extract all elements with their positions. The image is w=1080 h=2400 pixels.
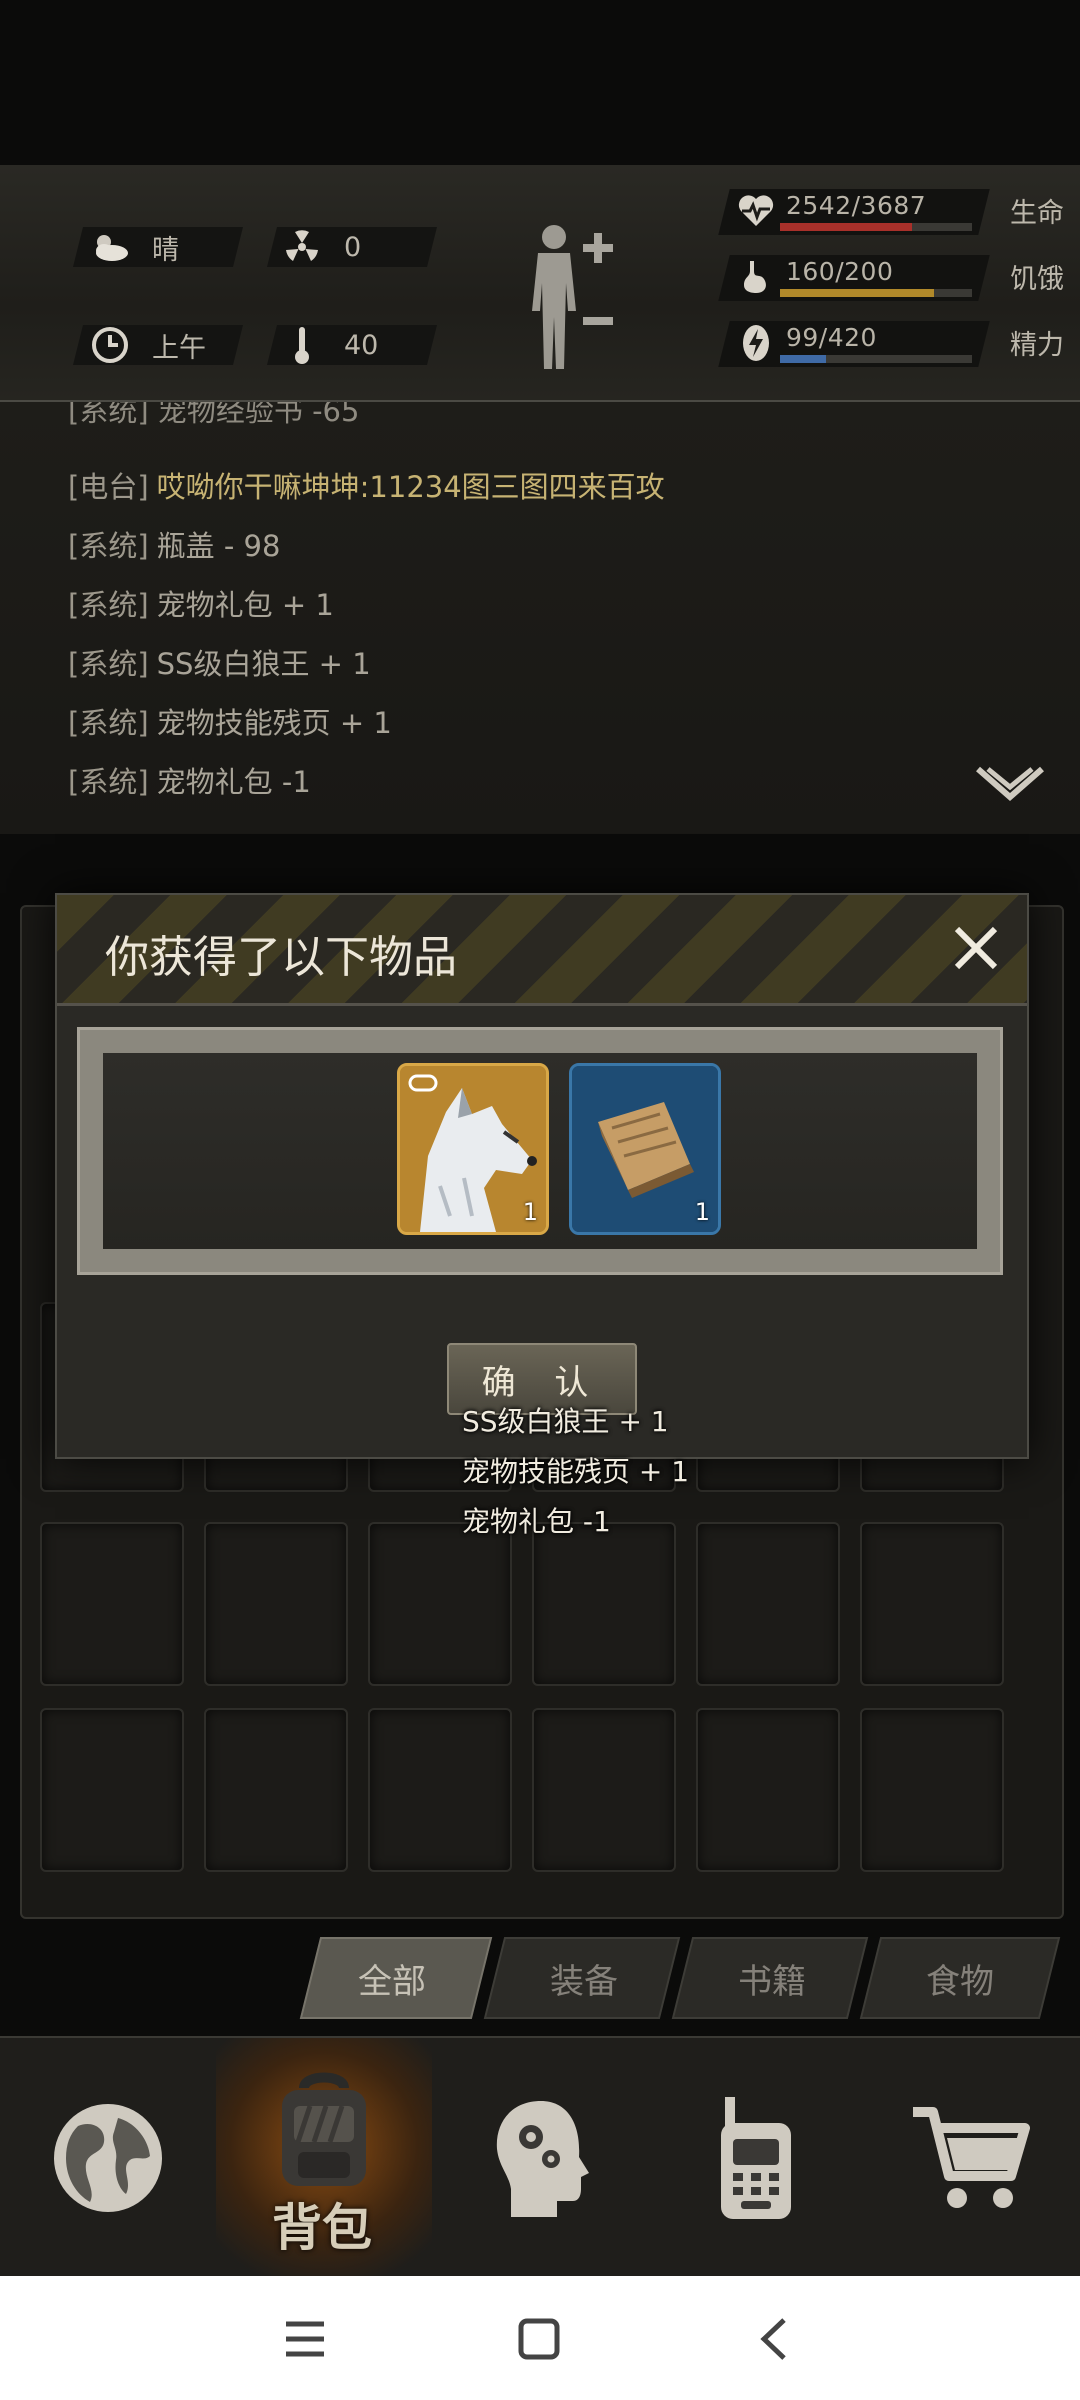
log-line: [系统] 宠物技能残页 + 1 [68,700,392,742]
hunger-row: 160/200 饥饿 [718,253,1064,303]
health-bar [780,223,913,231]
hunger-label: 饥饿 [1010,264,1064,295]
weather-chip: 晴 [90,227,179,267]
inventory-slot[interactable] [696,1522,840,1686]
globe-icon [54,2104,162,2212]
log-tag: [系统] [68,647,149,681]
system-nav-bar [0,2276,1080,2400]
toast-message: 宠物礼包 -1 [462,1505,611,1538]
log-text: 宠物礼包 + 1 [156,588,334,622]
cloud-sun-icon [90,227,130,267]
lightning-icon [734,321,778,365]
energy-bar [780,355,827,363]
toast-message: 宠物技能残页 + 1 [462,1455,690,1488]
toast-message: SS级白狼王 + 1 [462,1405,669,1438]
nav-bag-label: 背包 [272,2199,372,2257]
menu-button[interactable] [278,2312,332,2366]
log-text: 哎呦你干嘛坤坤:11234图三图四来百攻 [156,470,665,504]
double-chevron-down-icon [976,766,1044,801]
inventory-slot[interactable] [204,1522,348,1686]
reward-items-frame: 1 1 [77,1027,1003,1275]
reward-dialog: 你获得了以下物品 1 1 确 认 [55,893,1029,1459]
log-tag: [系统] [68,588,149,622]
tab-all-label: 全部 [358,1962,426,2002]
log-tag: [系统] [68,765,149,799]
head-gears-icon [496,2101,589,2217]
home-button[interactable] [512,2312,566,2366]
backpack-icon [282,2072,366,2186]
inventory-slot[interactable] [860,1522,1004,1686]
reward-item-count: 1 [694,1198,710,1226]
menu-icon [286,2321,324,2357]
thermometer-icon [282,325,322,365]
temperature-value: 40 [344,329,379,361]
log-line: [系统] 宠物礼包 + 1 [68,582,334,624]
nav-shop[interactable] [864,2038,1080,2278]
inventory-slot[interactable] [368,1708,512,1872]
log-tag: [系统] [68,706,149,740]
tab-books-label: 书籍 [738,1962,806,2002]
reward-item-count: 1 [522,1198,538,1226]
log-text: 宠物礼包 -1 [156,765,311,799]
inventory-slot[interactable] [696,1708,840,1872]
nav-skills[interactable] [432,2038,648,2278]
bottom-nav [0,2036,1080,2278]
back-icon [760,2318,786,2360]
body-status-button[interactable] [520,221,624,371]
health-value: 2542/3687 [786,191,927,220]
log-line: [系统] SS级白狼王 + 1 [68,641,371,683]
dialog-title: 你获得了以下物品 [105,932,457,983]
log-text: SS级白狼王 + 1 [156,647,371,681]
health-row: 2542/3687 生命 [718,187,1064,237]
energy-label: 精力 [1010,330,1064,361]
log-line-partial: [系统] 宠物经验书 -65 [68,402,360,428]
inventory-slot[interactable] [860,1708,1004,1872]
energy-value: 99/420 [786,323,877,352]
radiation-value: 0 [344,231,362,263]
log-line: [电台] 哎呦你干嘛坤坤:11234图三图四来百攻 [68,464,665,506]
nav-world[interactable] [0,2038,216,2278]
tab-equipment-label: 装备 [550,1962,618,2002]
temperature-chip: 40 [282,325,378,365]
weather-value: 晴 [152,234,179,266]
radiation-icon [282,227,322,267]
close-icon [954,926,998,970]
nav-radio[interactable] [648,2038,864,2278]
back-button[interactable] [748,2312,802,2366]
health-label: 生命 [1010,198,1064,229]
cart-icon [913,2107,1030,2208]
radiation-chip: 0 [282,227,361,267]
close-button[interactable] [945,917,1007,979]
collapse-log-button[interactable] [974,765,1046,815]
tab-food-label: 食物 [926,1962,994,2002]
log-line: [系统] 宠物礼包 -1 [68,759,311,801]
log-tag: [电台] [68,470,149,504]
energy-row: 99/420 精力 [718,319,1064,369]
time-value: 上午 [152,332,206,364]
message-log[interactable]: [系统] 宠物经验书 -65 [电台] 哎呦你干嘛坤坤:11234图三图四来百攻 … [0,402,1080,834]
hunger-bar [780,289,934,297]
inventory-slot[interactable] [532,1522,676,1686]
reward-items-list: 1 1 [103,1053,977,1249]
inventory-slot[interactable] [368,1522,512,1686]
time-chip: 上午 [90,325,206,365]
inventory-slot[interactable] [532,1708,676,1872]
body-figure-icon [532,225,613,369]
stomach-icon [734,255,778,299]
inventory-slot[interactable] [40,1708,184,1872]
walkie-talkie-icon [721,2097,791,2219]
hunger-value: 160/200 [786,257,894,286]
log-line: [系统] 瓶盖 - 98 [68,523,280,565]
log-tag: [系统] [68,529,149,563]
home-icon [518,2318,560,2360]
inventory-slot[interactable] [204,1708,348,1872]
log-text: 瓶盖 - 98 [156,529,281,563]
inventory-slot[interactable] [40,1522,184,1686]
status-panel: 晴 0 上午 40 2542/3687 生命 160/200 饥饿 99/420… [0,165,1080,402]
reward-item-wolf[interactable]: 1 [397,1063,549,1235]
clock-icon [90,325,130,365]
heart-pulse-icon [734,189,778,233]
log-text: 宠物技能残页 + 1 [156,706,392,740]
reward-item-skill-page[interactable]: 1 [569,1063,721,1235]
